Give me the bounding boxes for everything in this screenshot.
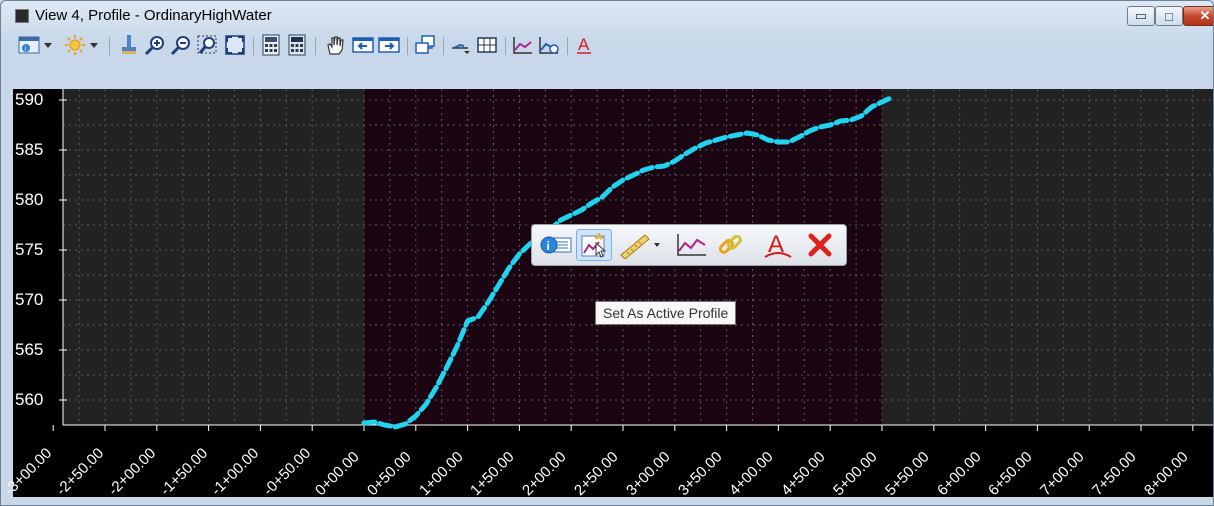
window-bottom-edge (1, 497, 1213, 505)
y-tick-label: 570 (15, 290, 44, 309)
tooltip: Set As Active Profile (595, 301, 737, 325)
svg-text:A: A (578, 35, 590, 54)
profile-edit-icon[interactable] (537, 33, 561, 57)
view-toolbar: i A (1, 31, 1213, 59)
toolbar-separator (443, 37, 444, 55)
toolbar-separator (567, 37, 568, 55)
fit-view-icon[interactable] (223, 33, 247, 57)
svg-text:i: i (547, 239, 550, 253)
profile-graph-icon[interactable] (674, 229, 710, 261)
annotate-icon[interactable]: A (573, 33, 597, 57)
window-title: View 4, Profile - OrdinaryHighWater (35, 7, 272, 24)
zoom-in-icon[interactable] (143, 33, 167, 57)
y-tick-label: 565 (15, 340, 44, 359)
set-active-profile-icon[interactable] (576, 229, 612, 261)
next-view-icon[interactable] (377, 33, 401, 57)
toolbar-separator (253, 37, 254, 55)
delete-icon[interactable] (802, 229, 838, 261)
profile-view-canvas[interactable] (13, 89, 1214, 497)
minimize-button[interactable]: ▭ (1127, 6, 1155, 26)
properties-icon[interactable]: i (538, 229, 574, 261)
pan-icon[interactable] (323, 33, 347, 57)
toolbar-separator (315, 37, 316, 55)
calculator-icon[interactable] (259, 33, 283, 57)
grid-icon[interactable] (475, 33, 499, 57)
y-tick-label: 575 (15, 240, 44, 259)
maximize-button[interactable]: □ (1155, 6, 1183, 26)
close-button[interactable]: ✕ (1183, 6, 1213, 26)
annotate-icon[interactable]: A (760, 229, 796, 261)
display-style-icon[interactable] (63, 33, 87, 57)
y-tick-label: 560 (15, 390, 44, 409)
view-window-icon (15, 9, 29, 23)
previous-view-icon[interactable] (351, 33, 375, 57)
y-tick-label: 585 (15, 140, 44, 159)
update-view-icon[interactable] (117, 33, 141, 57)
title-bar[interactable]: View 4, Profile - OrdinaryHighWater ▭ □ … (1, 1, 1213, 31)
profile-settings-icon[interactable] (449, 33, 473, 57)
y-tick-label: 580 (15, 190, 44, 209)
profile-icon[interactable] (511, 33, 535, 57)
toolbar-separator (505, 37, 506, 55)
dropdown-icon[interactable] (41, 33, 55, 57)
dropdown-icon[interactable] (87, 33, 101, 57)
profile-view-window: View 4, Profile - OrdinaryHighWater ▭ □ … (0, 0, 1214, 506)
view-attributes-icon[interactable]: i (17, 33, 41, 57)
toolbar-separator (407, 37, 408, 55)
profile-plot[interactable] (13, 89, 1214, 497)
zoom-out-icon[interactable] (169, 33, 193, 57)
toolbar-separator (109, 37, 110, 55)
y-tick-label: 590 (15, 90, 44, 109)
measure-icon[interactable] (616, 229, 664, 261)
context-toolbar: i A (531, 224, 847, 266)
link-icon[interactable] (712, 229, 748, 261)
calculator-alt-icon[interactable] (285, 33, 309, 57)
window-area-icon[interactable] (195, 33, 221, 57)
copy-view-icon[interactable] (413, 33, 437, 57)
